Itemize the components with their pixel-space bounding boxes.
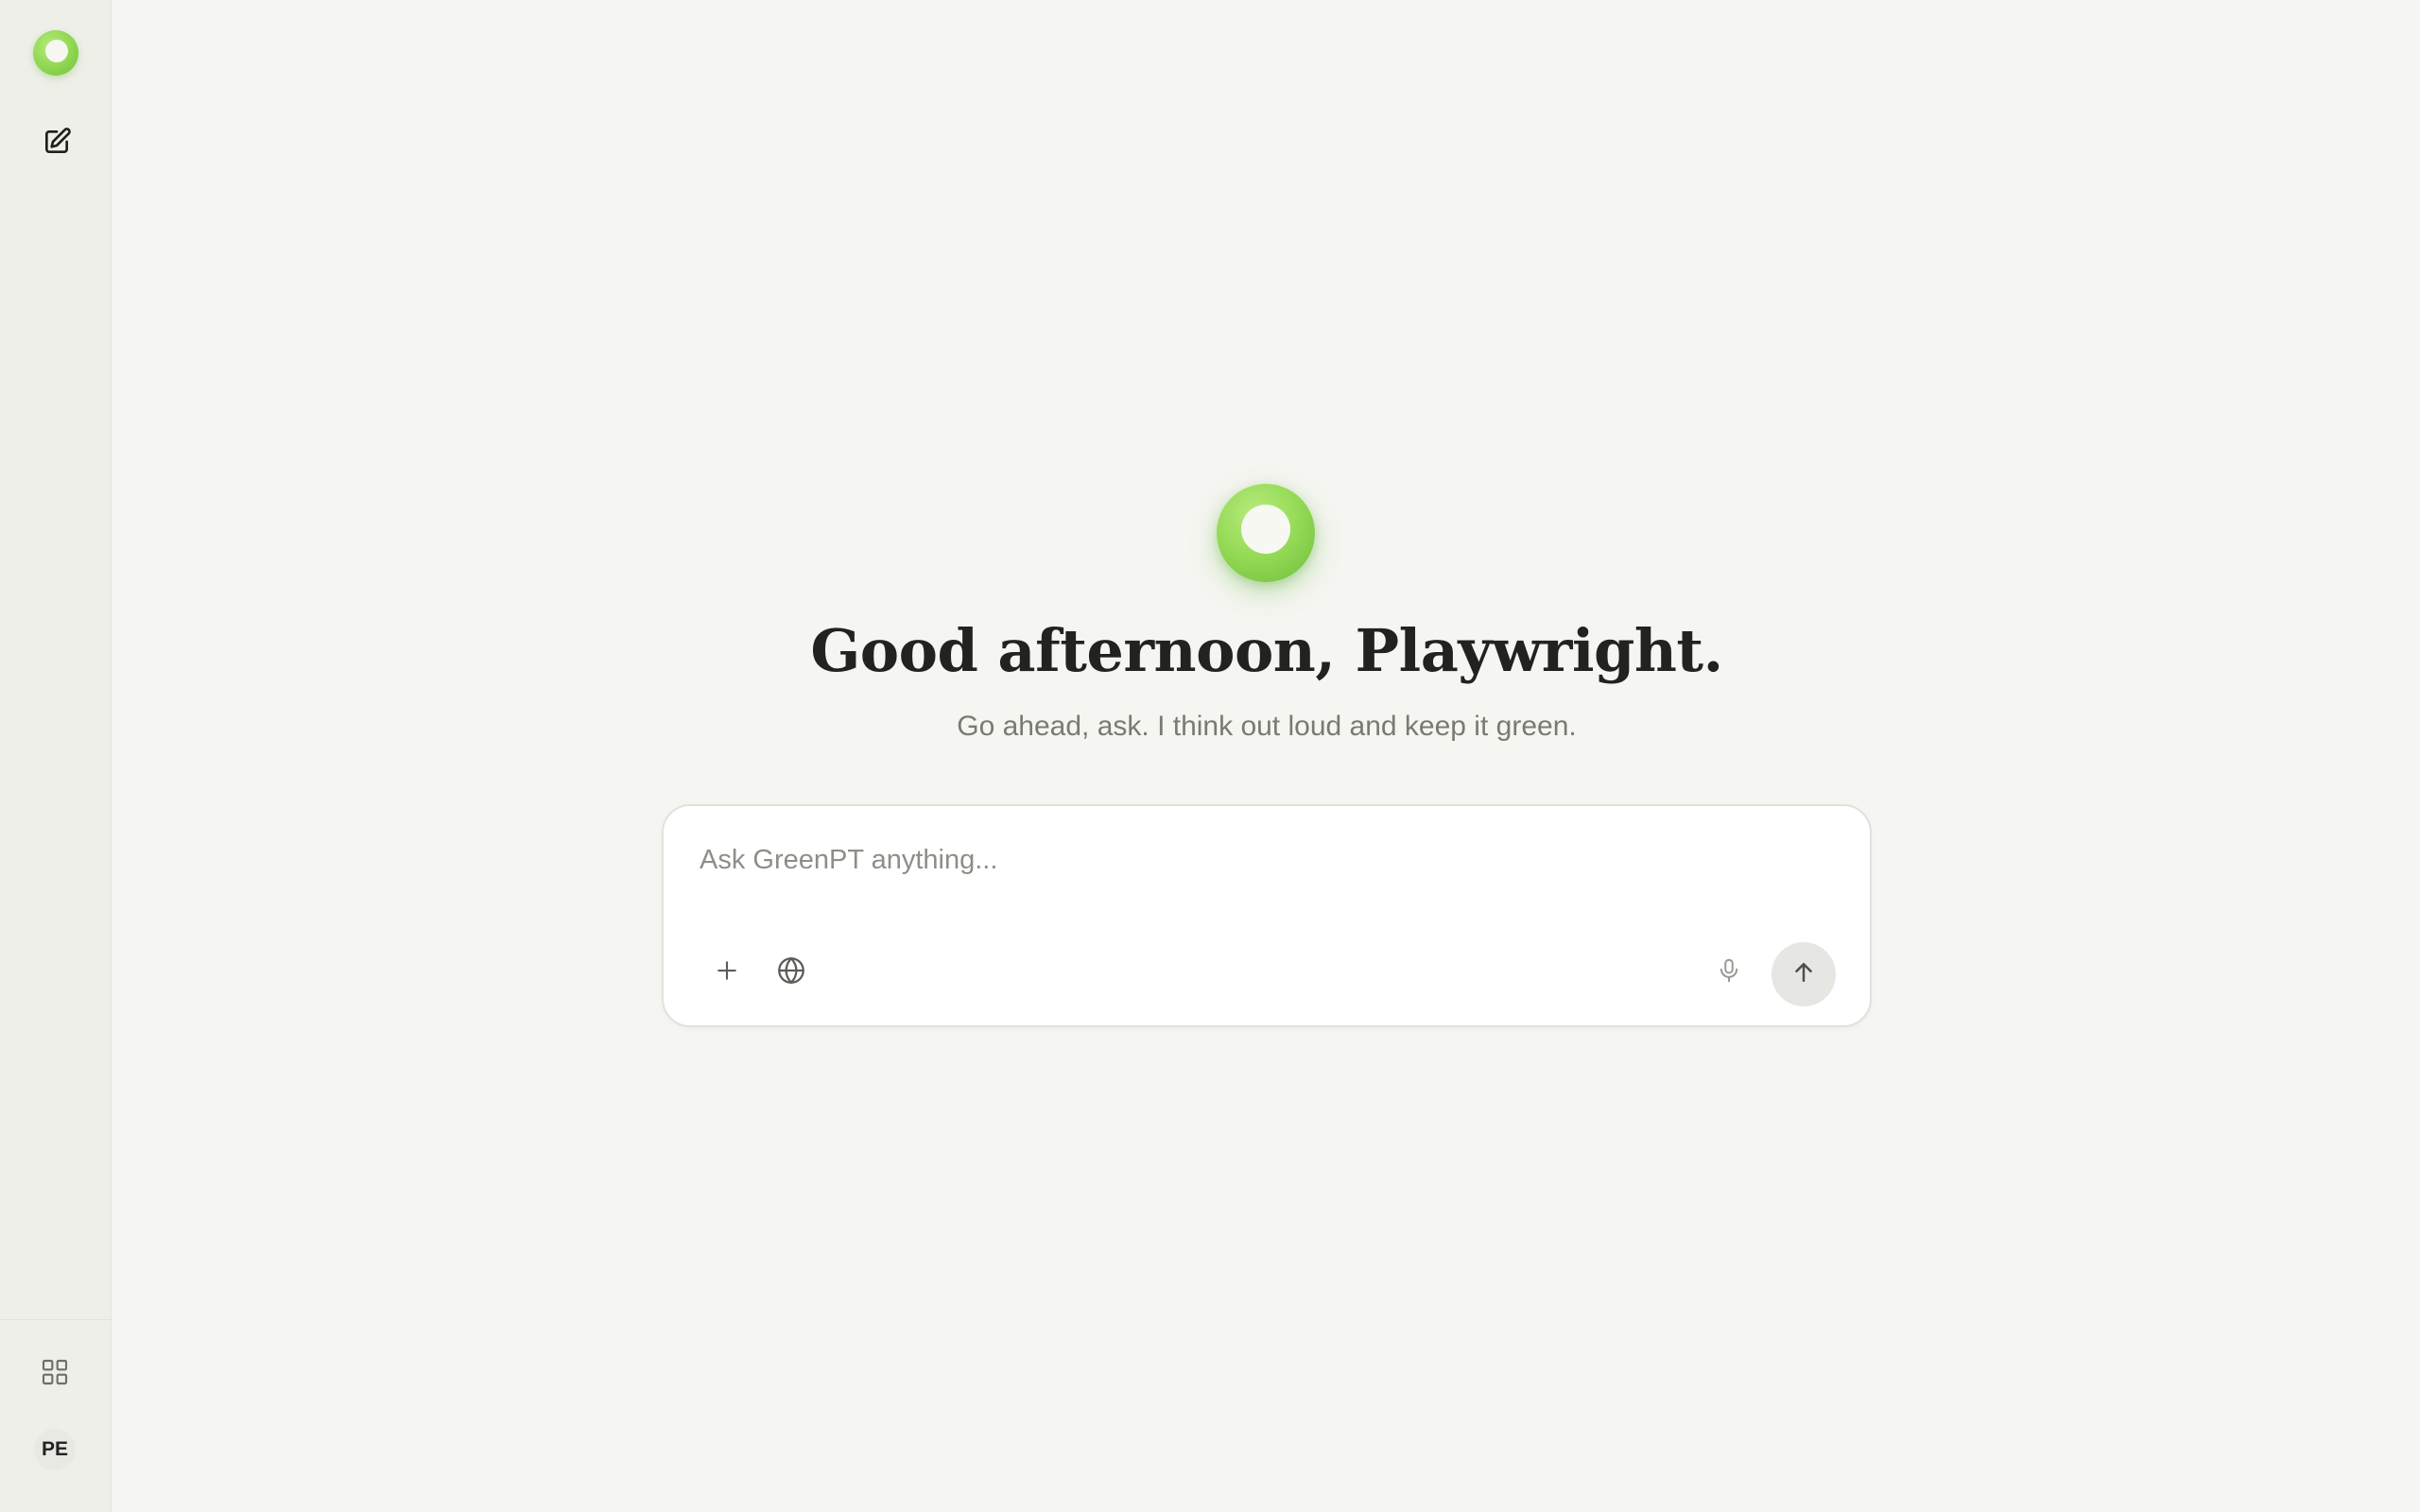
globe-icon [775, 954, 807, 991]
microphone-icon [1715, 956, 1743, 989]
main-content: Good afternoon, Playwright. Go ahead, as… [112, 0, 2420, 1512]
arrow-up-icon [1789, 958, 1818, 991]
greenpt-logo-icon [1217, 484, 1315, 582]
chat-composer [662, 804, 1872, 1027]
send-button[interactable] [1772, 942, 1836, 1006]
greeting-subtitle: Go ahead, ask. I think out loud and keep… [957, 711, 1577, 742]
web-search-button[interactable] [765, 946, 818, 999]
plus-icon [713, 956, 741, 989]
greeting-heading: Good afternoon, Playwright. [810, 616, 1723, 685]
app-window: PE Good afternoon, Playwright. Go ahead,… [0, 0, 2420, 1512]
attach-button[interactable] [700, 946, 753, 999]
main-inner: Good afternoon, Playwright. Go ahead, as… [0, 0, 2420, 1512]
voice-input-button[interactable] [1703, 946, 1755, 999]
chat-input[interactable] [698, 838, 1817, 882]
